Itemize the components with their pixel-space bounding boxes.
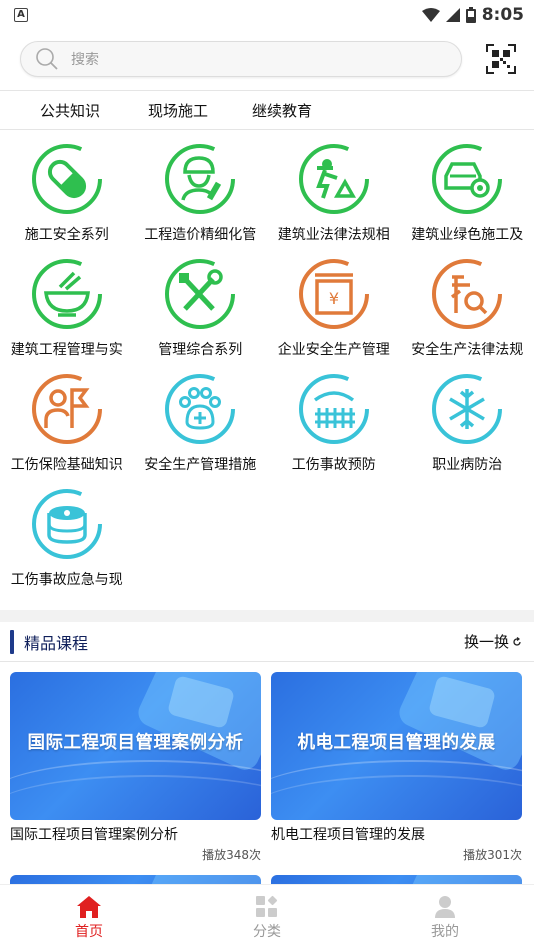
- category-label: 工伤事故预防: [291, 457, 376, 473]
- person-flag-icon: [31, 374, 102, 444]
- category-item[interactable]: 安全生产法律法规: [401, 257, 534, 372]
- course-card[interactable]: 国际工程项目管理案例分析 国际工程项目管理案例分析 播放348次: [10, 672, 261, 863]
- refresh-icon: [513, 636, 521, 646]
- category-item[interactable]: 工伤事故应急与现: [0, 487, 134, 602]
- category-label: 工伤保险基础知识: [10, 457, 123, 473]
- tab-continuing-education[interactable]: 继续教育: [238, 100, 326, 121]
- category-item[interactable]: 工伤事故预防: [267, 372, 401, 487]
- svg-text:¥: ¥: [329, 289, 339, 308]
- course-card[interactable]: 机电工程项目管理的发展 机电工程项目管理的发展 播放301次: [271, 672, 522, 863]
- home-icon: [77, 895, 101, 918]
- refresh-label: 换一换: [463, 633, 509, 651]
- category-label: 工伤事故应急与现: [10, 572, 123, 588]
- category-label: 安全生产法律法规: [411, 342, 524, 358]
- nav-profile-label: 我的: [431, 923, 459, 940]
- search-placeholder: 搜索: [71, 52, 99, 68]
- nav-profile[interactable]: 我的: [356, 885, 534, 950]
- category-item[interactable]: 建筑业法律法规相: [267, 142, 401, 257]
- category-tabs: 公共知识 现场施工 继续教育: [0, 90, 534, 130]
- nav-category-label: 分类: [253, 923, 281, 940]
- featured-title: 精品课程: [24, 633, 89, 653]
- search-row: 搜索: [0, 30, 534, 88]
- clock: 8:05: [481, 5, 524, 25]
- battery-icon: [465, 7, 476, 23]
- category-label: 建筑业绿色施工及: [411, 227, 524, 243]
- thumb-title: 机电工程项目管理的发展: [297, 733, 496, 753]
- category-item[interactable]: 建筑工程管理与实: [0, 257, 134, 372]
- money-box-icon: ¥: [298, 259, 369, 329]
- search-input[interactable]: 搜索: [20, 41, 462, 77]
- car-gear-icon: [432, 144, 503, 214]
- category-label: 建筑业法律法规相: [277, 227, 390, 243]
- featured-header: 精品课程 换一换: [0, 622, 534, 662]
- refresh-button[interactable]: 换一换: [464, 631, 522, 652]
- document-search-icon: [432, 259, 503, 329]
- category-item[interactable]: 工程造价精细化管: [134, 142, 268, 257]
- tab-public-knowledge[interactable]: 公共知识: [26, 100, 114, 121]
- snowflake-icon: [432, 374, 503, 444]
- category-item[interactable]: 建筑业绿色施工及: [401, 142, 534, 257]
- course-thumbnail[interactable]: 国际工程项目管理案例分析: [10, 672, 261, 820]
- category-icon: [256, 895, 278, 917]
- status-right: 8:05: [421, 5, 524, 25]
- status-bar: A 8:05: [0, 0, 534, 30]
- section-divider: [0, 610, 534, 622]
- course-name[interactable]: 机电工程项目管理的发展: [271, 824, 522, 844]
- category-item[interactable]: ¥ 企业安全生产管理: [267, 257, 401, 372]
- section-accent-bar: [10, 629, 14, 654]
- category-item[interactable]: 施工安全系列: [0, 142, 134, 257]
- category-item[interactable]: 工伤保险基础知识: [0, 372, 134, 487]
- pill-icon: [31, 144, 102, 214]
- play-count: 播放301次: [463, 848, 522, 862]
- tab-site-construction[interactable]: 现场施工: [134, 100, 222, 121]
- nav-category[interactable]: 分类: [178, 885, 356, 950]
- category-item[interactable]: 管理综合系列: [134, 257, 268, 372]
- database-gear-icon: [31, 489, 102, 559]
- qr-code-icon: [486, 44, 516, 74]
- paw-plus-icon: [165, 374, 236, 444]
- category-label: 建筑工程管理与实: [10, 342, 123, 358]
- search-icon: [36, 48, 58, 70]
- category-item[interactable]: 安全生产管理措施: [134, 372, 268, 487]
- category-label: 施工安全系列: [24, 227, 109, 243]
- category-label: 安全生产管理措施: [144, 457, 257, 473]
- course-thumbnail[interactable]: 机电工程项目管理的发展: [271, 672, 522, 820]
- wifi-icon: [421, 8, 440, 22]
- bottom-nav: 首页 分类 我的: [0, 884, 534, 950]
- category-item[interactable]: 职业病防治: [401, 372, 534, 487]
- construction-icon: [298, 144, 369, 214]
- profile-icon: [435, 895, 455, 918]
- nav-home[interactable]: 首页: [0, 885, 178, 950]
- qr-scan-button[interactable]: [484, 42, 518, 76]
- thumb-title: 国际工程项目管理案例分析: [27, 733, 244, 753]
- bowl-icon: [31, 259, 102, 329]
- play-count: 播放348次: [202, 848, 261, 862]
- course-grid: 国际工程项目管理案例分析 国际工程项目管理案例分析 播放348次 机电工程项目管…: [0, 662, 534, 915]
- category-label: 管理综合系列: [158, 342, 243, 358]
- category-label: 企业安全生产管理: [277, 342, 390, 358]
- category-label: 职业病防治: [432, 457, 503, 473]
- signal-icon: [445, 8, 460, 22]
- course-name[interactable]: 国际工程项目管理案例分析: [10, 824, 261, 844]
- category-grid: 施工安全系列 工程造价精细化管 建筑业法律法规相 建筑业绿色施工及 建筑工程管理…: [0, 130, 534, 602]
- notification-a-icon: A: [14, 8, 28, 22]
- worker-icon: [165, 144, 236, 214]
- fence-icon: [298, 374, 369, 444]
- tools-icon: [165, 259, 236, 329]
- nav-home-label: 首页: [75, 923, 103, 940]
- featured-title-group: 精品课程: [10, 629, 89, 654]
- category-label: 工程造价精细化管: [144, 227, 257, 243]
